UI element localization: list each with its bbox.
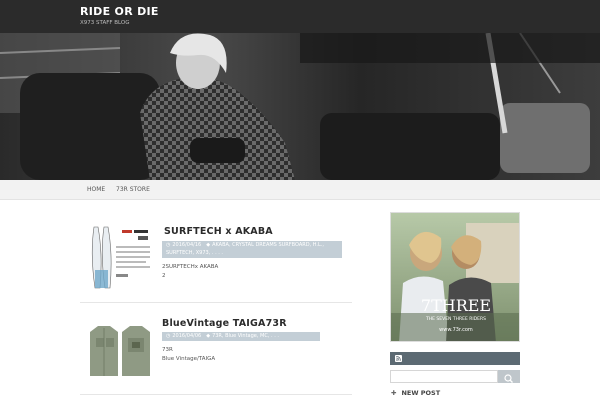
sidebar-ad-banner[interactable]: 7THREE THE SEVEN THREE RIDERS www.73r.co… [390, 212, 520, 342]
excerpt-line: 73R [162, 347, 173, 353]
header-image [0, 33, 600, 180]
excerpt-line: 2 [162, 273, 166, 279]
post-item: SURFTECH x AKABA ◷ 2016/04/16 ◆ AKABA, CRYS… [80, 222, 352, 297]
site-header: RIDE OR DIE X973 STAFF BLOG [0, 0, 600, 33]
new-post-heading: ✚ NEW POST [391, 389, 440, 397]
post-title[interactable]: SURFTECH x AKABA [164, 226, 273, 237]
rss-bar[interactable] [390, 352, 520, 365]
post-thumbnail[interactable] [88, 320, 153, 382]
new-post-label: NEW POST [401, 389, 441, 397]
site-description: X973 STAFF BLOG [80, 20, 130, 26]
ad-brand: 7THREE [421, 296, 491, 315]
post-divider [80, 394, 352, 395]
post-meta: ◷ 2016/04/06 ◆ 73R, Blue Vintage, MC, . . . [162, 332, 320, 341]
plus-icon: ✚ [391, 389, 397, 397]
post-excerpt: 73R Blue Vintage/TAIGA [162, 346, 215, 364]
site-title[interactable]: RIDE OR DIE [80, 5, 159, 18]
excerpt-line: 2SURFTECHx AKABA [162, 264, 219, 270]
clock-icon: ◷ [166, 242, 171, 248]
post-item: BlueVintage TAIGA73R ◷ 2016/04/06 ◆ 73R, Bl… [80, 316, 352, 386]
excerpt-line: Blue Vintage/TAIGA [162, 356, 216, 362]
post-excerpt: 2SURFTECHx AKABA 2 [162, 263, 218, 281]
nav-item-73r-store[interactable]: 73R STORE [116, 186, 150, 193]
search-icon [504, 374, 513, 383]
search-input[interactable] [390, 370, 498, 383]
post-title[interactable]: BlueVintage TAIGA73R [162, 318, 287, 329]
tag-icon: ◆ [206, 242, 211, 248]
post-tags[interactable]: 73R, Blue Vintage, MC, . . . [212, 333, 279, 339]
ad-url: www.73r.com [439, 327, 473, 333]
rss-icon[interactable] [395, 355, 402, 362]
main-nav: HOME 73R STORE [0, 180, 600, 200]
post-meta: ◷ 2016/04/16 ◆ AKABA, CRYSTAL DREAMS SURFBO… [162, 241, 342, 258]
clock-icon: ◷ [166, 333, 171, 339]
ad-tagline: THE SEVEN THREE RIDERS [425, 316, 486, 322]
tag-icon: ◆ [206, 333, 211, 339]
post-divider [80, 302, 352, 303]
search-button[interactable] [498, 370, 520, 383]
post-thumbnail[interactable] [88, 224, 153, 290]
post-date[interactable]: 2016/04/06 [172, 333, 201, 339]
nav-item-home[interactable]: HOME [87, 186, 105, 193]
post-date[interactable]: 2016/04/16 [172, 242, 201, 248]
